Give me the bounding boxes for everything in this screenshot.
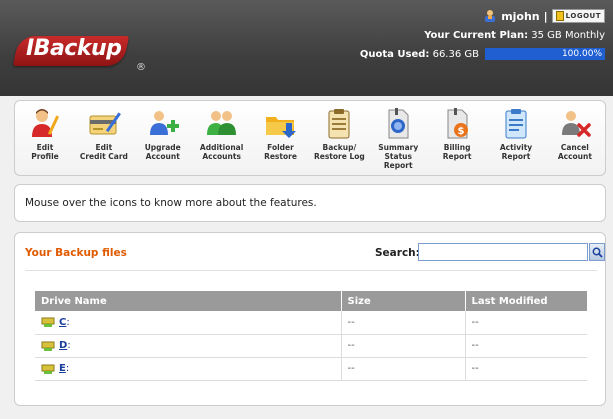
tool-label: Folder Restore [264, 143, 297, 161]
backup-files-panel: Your Backup files Search: Drive Name Siz… [14, 232, 606, 406]
table-row: D: -- -- [35, 334, 587, 358]
column-header-drive[interactable]: Drive Name [35, 291, 342, 311]
search-button[interactable] [589, 243, 605, 261]
current-plan: Your Current Plan: 35 GB Monthly [424, 30, 605, 41]
tool-label: Summary Status Report [378, 143, 419, 170]
logout-button[interactable]: LOGOUT [551, 9, 605, 23]
folder-restore-icon [265, 117, 296, 138]
ibackup-logo[interactable]: IBackup ® [12, 32, 146, 73]
tool-backup-restore-log[interactable]: Backup/ Restore Log [313, 107, 365, 175]
search-icon [592, 247, 603, 258]
tool-label: Cancel Account [557, 143, 592, 161]
quota-label: Quota Used: [359, 48, 430, 60]
header: IBackup ® mjohn | LOGOUT Your Current Pl… [0, 0, 613, 96]
tool-activity-report[interactable]: Activity Report [490, 107, 542, 175]
logo-text: IBackup [26, 36, 122, 61]
plan-label: Your Current Plan: [424, 30, 529, 41]
drives-table: Drive Name Size Last Modified C: -- -- D… [35, 291, 587, 381]
table-row: C: -- -- [35, 311, 587, 335]
search-label: Search: [375, 247, 420, 259]
additional-accounts-icon [206, 111, 236, 135]
quota-used: Quota Used: 66.36 GB 100.00% [360, 48, 605, 60]
edit-profile-icon [32, 109, 60, 137]
size-cell: -- [341, 334, 466, 358]
tool-summary-status-report[interactable]: Summary Status Report [372, 107, 424, 175]
tool-upgrade-account[interactable]: Upgrade Account [137, 107, 189, 175]
username[interactable]: mjohn [501, 10, 539, 23]
tool-edit-credit-card[interactable]: Edit Credit Card [78, 107, 130, 175]
column-header-modified[interactable]: Last Modified [465, 291, 587, 311]
registered-mark: ® [136, 62, 146, 73]
tool-label: Activity Report [499, 143, 533, 161]
user-separator: | [543, 9, 548, 23]
user-icon [485, 10, 496, 22]
tool-billing-report[interactable]: $ Billing Report [431, 107, 483, 175]
info-text: Mouse over the icons to know more about … [25, 197, 317, 209]
drive-d: D: [41, 340, 335, 352]
size-cell: -- [341, 311, 466, 335]
drive-link[interactable]: E [59, 363, 66, 374]
svg-text:$: $ [458, 126, 465, 137]
size-cell: -- [341, 357, 466, 381]
drive-icon [41, 341, 55, 351]
drive-icon [41, 317, 55, 328]
quota-percent: 100.00% [561, 49, 602, 59]
credit-card-icon [89, 112, 121, 135]
info-message: Mouse over the icons to know more about … [14, 184, 606, 222]
drive-c: C: [41, 316, 335, 328]
plan-value: 35 GB Monthly [531, 30, 605, 41]
column-header-size[interactable]: Size [341, 291, 466, 311]
activity-report-icon [505, 109, 527, 139]
drive-cell: E: [35, 357, 342, 381]
tool-folder-restore[interactable]: Folder Restore [255, 107, 307, 175]
quota-value: 66.36 GB [432, 48, 479, 60]
drive-cell: D: [35, 334, 342, 358]
tool-label: Billing Report [442, 143, 472, 161]
tool-edit-profile[interactable]: Edit Profile [19, 107, 71, 175]
user-row: mjohn | LOGOUT [483, 9, 605, 23]
summary-report-icon [388, 108, 409, 139]
panel-divider [25, 270, 597, 271]
tool-cancel-account[interactable]: Cancel Account [549, 107, 601, 175]
table-row: E: -- -- [35, 357, 587, 381]
cancel-account-icon [561, 111, 591, 137]
tool-label: Edit Credit Card [79, 143, 128, 161]
panel-title: Your Backup files [25, 247, 127, 259]
backup-log-icon [328, 109, 350, 139]
drive-icon [41, 364, 55, 374]
feature-toolbar: Edit Profile Edit Credit Card Upgrade Ac… [14, 100, 606, 176]
modified-cell: -- [465, 357, 587, 381]
modified-cell: -- [465, 311, 587, 335]
tool-label: Upgrade Account [144, 143, 181, 161]
upgrade-account-icon [149, 111, 179, 135]
logout-icon [555, 11, 564, 21]
search-input[interactable] [418, 243, 588, 261]
drive-cell: C: [35, 311, 342, 335]
table-header-row: Drive Name Size Last Modified [35, 291, 587, 311]
modified-cell: -- [465, 334, 587, 358]
tool-label: Edit Profile [31, 143, 59, 161]
drive-e: E: [41, 363, 335, 375]
logout-label: LOGOUT [565, 12, 601, 20]
billing-report-icon: $ [447, 108, 469, 139]
tool-additional-accounts[interactable]: Additional Accounts [196, 107, 248, 175]
quota-progress-bar: 100.00% [485, 48, 605, 60]
tool-label: Additional Accounts [199, 143, 244, 161]
tool-label: Backup/ Restore Log [313, 143, 365, 161]
